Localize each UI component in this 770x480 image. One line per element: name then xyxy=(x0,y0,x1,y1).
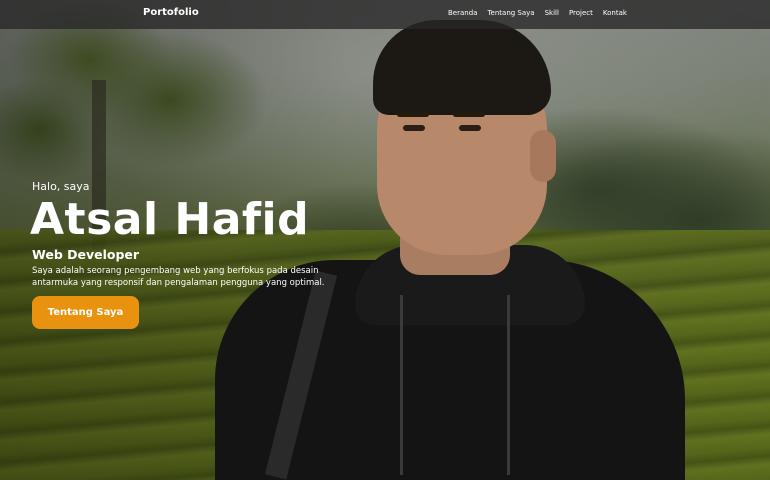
hero-role: Web Developer xyxy=(32,247,140,262)
nav-link-project[interactable]: Project xyxy=(569,9,593,17)
hoodie-drawstring-left xyxy=(400,295,403,475)
eye-left xyxy=(403,125,425,131)
brand-logo-link[interactable]: Portofolio xyxy=(143,7,199,18)
tentang-saya-button[interactable]: Tentang Saya xyxy=(32,296,139,329)
eyebrow-right xyxy=(453,112,485,117)
hero-greeting: Halo, saya xyxy=(32,180,90,193)
navbar: Portofolio Beranda Tentang Saya Skill Pr… xyxy=(0,0,770,29)
ear xyxy=(530,130,556,182)
nav-link-tentang-saya[interactable]: Tentang Saya xyxy=(487,9,534,17)
nav-link-kontak[interactable]: Kontak xyxy=(603,9,627,17)
eye-right xyxy=(459,125,481,131)
nav-links: Beranda Tentang Saya Skill Project Konta… xyxy=(448,9,627,17)
nav-link-skill[interactable]: Skill xyxy=(545,9,559,17)
eyebrow-left xyxy=(397,112,429,117)
hero-text: Halo, saya Atsal Hafid Web Developer Say… xyxy=(30,180,342,289)
hoodie-drawstring-right xyxy=(507,295,510,475)
hero-description: Saya adalah seorang pengembang web yang … xyxy=(32,266,325,288)
nav-link-beranda[interactable]: Beranda xyxy=(448,9,477,17)
hair xyxy=(373,20,551,115)
hero-name: Atsal Hafid xyxy=(30,194,310,245)
